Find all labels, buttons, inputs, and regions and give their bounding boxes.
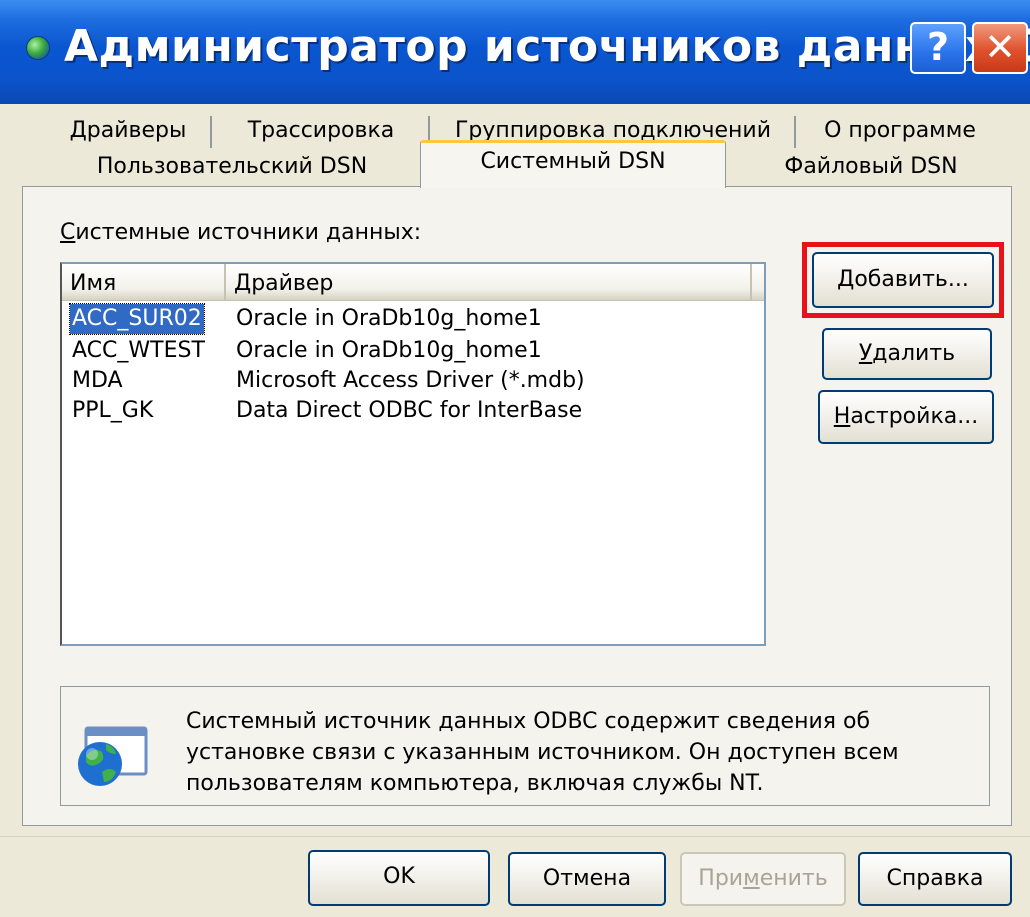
column-header-driver[interactable]: Драйвер [226,264,752,300]
info-description: Системный источник данных ODBC содержит … [186,709,899,796]
list-item[interactable]: ACC_SUR02 Oracle in OraDb10g_home1 [62,303,764,335]
dsn-name: PPL_GK [72,398,154,423]
footer-separator [0,836,1030,837]
tab-label: О программе [824,118,976,143]
question-icon: ? [926,25,950,69]
ok-button[interactable]: OK [308,850,490,906]
list-item[interactable]: MDA Microsoft Access Driver (*.mdb) [62,366,764,396]
list-header: Имя Драйвер [62,264,764,301]
title-bar[interactable]: Администратор источников данных О... ? ✕ [0,0,1030,104]
dsn-name: ACC_WTEST [72,338,205,363]
close-button[interactable]: ✕ [972,22,1028,74]
dsn-name: ACC_SUR02 [69,303,205,335]
list-item[interactable]: ACC_WTEST Oracle in OraDb10g_home1 [62,336,764,366]
dsn-driver: Oracle in OraDb10g_home1 [236,306,542,331]
remove-button[interactable]: Удалить [822,328,992,380]
tab-label: Трассировка [247,118,395,143]
dsn-driver: Microsoft Access Driver (*.mdb) [236,368,585,393]
data-source-globe-icon [78,726,148,786]
dsn-name: MDA [72,368,123,393]
list-item[interactable]: PPL_GK Data Direct ODBC for InterBase [62,396,764,426]
odbc-admin-window: Администратор источников данных О... ? ✕… [0,0,1030,917]
help-footer-button[interactable]: Справка [858,852,1012,906]
window-title: Администратор источников данных О... [64,21,1030,72]
tab-drivers[interactable]: Драйверы [44,112,212,152]
help-button[interactable]: ? [910,22,966,74]
odbc-globe-icon [26,36,50,60]
add-button[interactable]: Добавить... [812,252,994,308]
tab-label: Драйверы [69,118,187,143]
tab-tracing[interactable]: Трассировка [212,112,430,152]
apply-button[interactable]: Применить [680,852,846,906]
tab-user-dsn[interactable]: Пользовательский DSN [44,148,420,188]
system-data-sources-label: Системные источники данных: [60,220,422,245]
tab-label: Файловый DSN [784,154,958,179]
tab-label: Пользовательский DSN [96,154,368,179]
cancel-button[interactable]: Отмена [508,852,666,906]
tab-file-dsn[interactable]: Файловый DSN [726,148,1016,188]
data-sources-list[interactable]: Имя Драйвер ACC_SUR02 Oracle in OraDb10g… [60,262,766,646]
tab-system-dsn[interactable]: Системный DSN [420,140,726,188]
dsn-driver: Data Direct ODBC for InterBase [236,398,583,423]
tab-label: Системный DSN [480,149,666,174]
dsn-driver: Oracle in OraDb10g_home1 [236,338,542,363]
configure-button[interactable]: Настройка... [818,390,994,444]
close-icon: ✕ [984,25,1016,69]
column-header-name[interactable]: Имя [62,264,226,300]
tab-about[interactable]: О программе [796,112,1004,152]
